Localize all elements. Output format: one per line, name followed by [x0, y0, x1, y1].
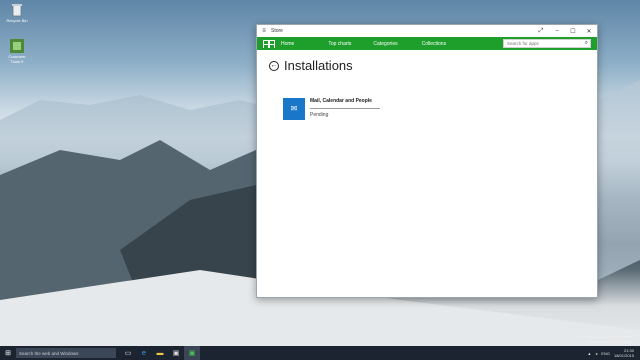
close-button[interactable]: ✕	[581, 28, 597, 35]
store-logo-icon	[263, 39, 275, 48]
nav-categories[interactable]: Categories	[373, 41, 397, 47]
desktop-icon-app[interactable]: Customer Tools 9	[4, 38, 30, 64]
desktop-icon-label: Customer Tools 9	[8, 54, 26, 64]
watermark-line: Windows 10 Pro Technical Preview	[577, 335, 632, 339]
nav-collections[interactable]: Collections	[422, 41, 446, 47]
store-taskbar-icon[interactable]: ▣	[184, 346, 200, 360]
minimize-button[interactable]: –	[549, 28, 565, 34]
start-button[interactable]: ⊞	[0, 349, 16, 357]
recycle-bin-icon	[9, 2, 25, 18]
taskbar: ⊞ Search the web and Windows ▭ e ▬ ▣ ▣ ▲…	[0, 346, 640, 360]
window-title: Store	[271, 28, 283, 34]
taskbar-search-placeholder: Search the web and Windows	[19, 350, 79, 356]
browser-icon[interactable]: e	[136, 346, 152, 360]
page-title: Installations	[284, 58, 353, 73]
search-input[interactable]: Search for apps ⌕	[503, 39, 591, 48]
app-icon	[9, 38, 25, 54]
task-view-icon[interactable]: ▭	[120, 346, 136, 360]
search-icon[interactable]: ⌕	[585, 40, 588, 47]
main-content: ← Installations ✉ Mail, Calendar and Peo…	[257, 50, 597, 120]
title-bar: ≡ Store ⤢ – ☐ ✕	[257, 25, 597, 37]
store-navbar: Home Top charts Categories Collections S…	[257, 37, 597, 50]
install-status: Pending	[310, 112, 329, 118]
network-icon[interactable]: ▲	[587, 351, 591, 356]
app-name: Mail, Calendar and People	[310, 98, 372, 104]
watermark: Windows 10 Pro Technical Preview Evaluat…	[578, 335, 632, 344]
nav-home[interactable]: Home	[281, 41, 294, 47]
nav-top-charts[interactable]: Top charts	[328, 41, 351, 47]
clock[interactable]: 21:30 18/01/2015	[614, 348, 634, 358]
volume-icon[interactable]: ◂	[595, 351, 597, 356]
back-button[interactable]: ←	[269, 60, 279, 71]
search-placeholder: Search for apps	[507, 41, 539, 46]
desktop-icon-recycle-bin[interactable]: Recycle Bin	[4, 2, 30, 23]
progress-bar	[310, 108, 380, 109]
fullscreen-icon[interactable]: ⤢	[533, 28, 549, 35]
mail-app-icon: ✉	[283, 98, 305, 120]
file-explorer-icon[interactable]: ▬	[152, 346, 168, 360]
system-tray: ▲ ◂ ENG 21:30 18/01/2015	[587, 348, 640, 358]
hamburger-menu-icon[interactable]: ≡	[257, 28, 271, 34]
store-icon[interactable]: ▣	[168, 346, 184, 360]
store-window: ≡ Store ⤢ – ☐ ✕ Home Top charts Categori…	[256, 24, 598, 298]
watermark-line: Evaluation copy. Build 9926	[589, 339, 632, 344]
taskbar-search-input[interactable]: Search the web and Windows	[16, 348, 116, 358]
maximize-button[interactable]: ☐	[565, 28, 581, 35]
date: 18/01/2015	[613, 353, 634, 358]
language-indicator[interactable]: ENG	[601, 351, 610, 356]
desktop-icon-label: Recycle Bin	[6, 18, 28, 23]
installation-item[interactable]: ✉ Mail, Calendar and People Pending	[283, 98, 380, 120]
